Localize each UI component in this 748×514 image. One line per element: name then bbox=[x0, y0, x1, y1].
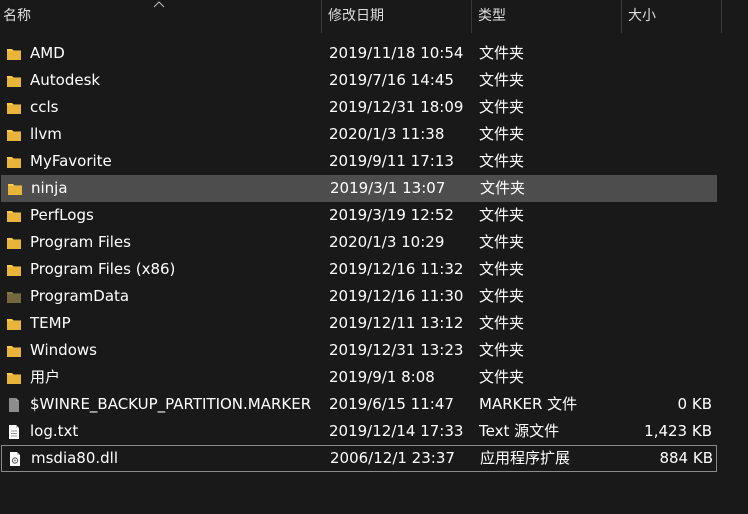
folder-icon bbox=[6, 229, 22, 256]
file-type: 文件夹 bbox=[479, 71, 525, 89]
column-header-date[interactable]: 修改日期 bbox=[322, 0, 471, 33]
file-type: 文件夹 bbox=[479, 287, 525, 305]
folder-icon bbox=[6, 256, 22, 283]
file-row[interactable]: $WINRE_BACKUP_PARTITION.MARKER 2019/6/15 … bbox=[0, 391, 748, 418]
file-row[interactable]: log.txt 2019/12/14 17:33 Text 源文件 1,423 KB bbox=[0, 418, 748, 445]
modified-date: 2020/1/3 11:38 bbox=[329, 125, 445, 143]
folder-icon bbox=[7, 175, 23, 202]
folder-row[interactable]: 用户 2019/9/1 8:08 文件夹 bbox=[0, 364, 748, 391]
column-divider[interactable] bbox=[721, 0, 722, 33]
file-type: 文件夹 bbox=[479, 206, 525, 224]
file-name: AMD bbox=[30, 44, 65, 62]
modified-date: 2019/12/11 13:12 bbox=[329, 314, 464, 332]
folder-icon bbox=[6, 364, 22, 391]
file-name: Autodesk bbox=[30, 71, 101, 89]
file-list-pane: 名称 修改日期 类型 大小 AMD 2019/11/18 10:54 文件夹 Auto… bbox=[0, 0, 748, 514]
hidden-file-icon bbox=[6, 391, 22, 418]
file-row[interactable]: msdia80.dll 2006/12/1 23:37 应用程序扩展 884 KB bbox=[1, 445, 717, 472]
file-name: msdia80.dll bbox=[31, 449, 119, 467]
file-type: 文件夹 bbox=[479, 125, 525, 143]
folder-row[interactable]: Program Files 2020/1/3 10:29 文件夹 bbox=[0, 229, 748, 256]
file-size: 0 KB bbox=[677, 395, 712, 413]
file-name: $WINRE_BACKUP_PARTITION.MARKER bbox=[30, 395, 312, 413]
modified-date: 2019/12/16 11:32 bbox=[329, 260, 464, 278]
folder-row[interactable]: MyFavorite 2019/9/11 17:13 文件夹 bbox=[0, 148, 748, 175]
folder-icon bbox=[6, 202, 22, 229]
file-type: 文件夹 bbox=[479, 98, 525, 116]
hidden-folder-icon bbox=[6, 283, 22, 310]
file-name: Windows bbox=[30, 341, 97, 359]
folder-icon bbox=[6, 67, 22, 94]
file-type: 文件夹 bbox=[480, 179, 526, 197]
dll-file-icon bbox=[7, 445, 23, 472]
file-type: 文件夹 bbox=[479, 44, 525, 62]
modified-date: 2019/7/16 14:45 bbox=[329, 71, 454, 89]
file-type: MARKER 文件 bbox=[479, 395, 578, 413]
file-type: 文件夹 bbox=[479, 341, 525, 359]
file-type: 应用程序扩展 bbox=[480, 449, 571, 467]
column-header-name[interactable]: 名称 bbox=[0, 0, 321, 33]
modified-date: 2019/12/31 13:23 bbox=[329, 341, 464, 359]
folder-icon bbox=[6, 310, 22, 337]
folder-icon bbox=[6, 40, 22, 67]
folder-row[interactable]: Windows 2019/12/31 13:23 文件夹 bbox=[0, 337, 748, 364]
file-type: 文件夹 bbox=[479, 233, 525, 251]
modified-date: 2019/9/1 8:08 bbox=[329, 368, 435, 386]
text-file-icon bbox=[6, 418, 22, 445]
file-size: 884 KB bbox=[659, 449, 713, 467]
folder-icon bbox=[6, 337, 22, 364]
folder-row[interactable]: ccls 2019/12/31 18:09 文件夹 bbox=[0, 94, 748, 121]
file-type: 文件夹 bbox=[479, 260, 525, 278]
file-size: 1,423 KB bbox=[644, 422, 712, 440]
modified-date: 2020/1/3 10:29 bbox=[329, 233, 445, 251]
file-name: log.txt bbox=[30, 422, 79, 440]
modified-date: 2019/3/1 13:07 bbox=[330, 179, 446, 197]
folder-row[interactable]: ninja 2019/3/1 13:07 文件夹 bbox=[1, 175, 717, 202]
folder-row[interactable]: Program Files (x86) 2019/12/16 11:32 文件夹 bbox=[0, 256, 748, 283]
modified-date: 2019/6/15 11:47 bbox=[329, 395, 454, 413]
folder-row[interactable]: llvm 2020/1/3 11:38 文件夹 bbox=[0, 121, 748, 148]
file-type: Text 源文件 bbox=[479, 422, 560, 440]
folder-icon bbox=[6, 94, 22, 121]
file-type: 文件夹 bbox=[479, 314, 525, 332]
file-name: ProgramData bbox=[30, 287, 130, 305]
file-name: ccls bbox=[30, 98, 59, 116]
folder-icon bbox=[6, 121, 22, 148]
modified-date: 2019/11/18 10:54 bbox=[329, 44, 464, 62]
file-name: ninja bbox=[31, 179, 68, 197]
modified-date: 2019/12/16 11:30 bbox=[329, 287, 464, 305]
file-name: llvm bbox=[30, 125, 62, 143]
modified-date: 2019/3/19 12:52 bbox=[329, 206, 454, 224]
file-name: MyFavorite bbox=[30, 152, 112, 170]
column-header-type[interactable]: 类型 bbox=[472, 0, 621, 33]
modified-date: 2019/12/14 17:33 bbox=[329, 422, 464, 440]
folder-row[interactable]: Autodesk 2019/7/16 14:45 文件夹 bbox=[0, 67, 748, 94]
file-name: TEMP bbox=[30, 314, 71, 332]
file-name: Program Files bbox=[30, 233, 131, 251]
folder-row[interactable]: AMD 2019/11/18 10:54 文件夹 bbox=[0, 40, 748, 67]
folder-row[interactable]: TEMP 2019/12/11 13:12 文件夹 bbox=[0, 310, 748, 337]
file-type: 文件夹 bbox=[479, 368, 525, 386]
folder-row[interactable]: PerfLogs 2019/3/19 12:52 文件夹 bbox=[0, 202, 748, 229]
file-type: 文件夹 bbox=[479, 152, 525, 170]
column-header-bar: 名称 修改日期 类型 大小 bbox=[0, 0, 748, 33]
folder-row[interactable]: ProgramData 2019/12/16 11:30 文件夹 bbox=[0, 283, 748, 310]
modified-date: 2006/12/1 23:37 bbox=[330, 449, 455, 467]
folder-icon bbox=[6, 148, 22, 175]
modified-date: 2019/9/11 17:13 bbox=[329, 152, 454, 170]
file-list: AMD 2019/11/18 10:54 文件夹 Autodesk 2019/7/16 … bbox=[0, 40, 748, 472]
modified-date: 2019/12/31 18:09 bbox=[329, 98, 464, 116]
column-header-size[interactable]: 大小 bbox=[622, 0, 722, 33]
file-name: Program Files (x86) bbox=[30, 260, 176, 278]
file-name: PerfLogs bbox=[30, 206, 94, 224]
file-name: 用户 bbox=[30, 368, 61, 386]
